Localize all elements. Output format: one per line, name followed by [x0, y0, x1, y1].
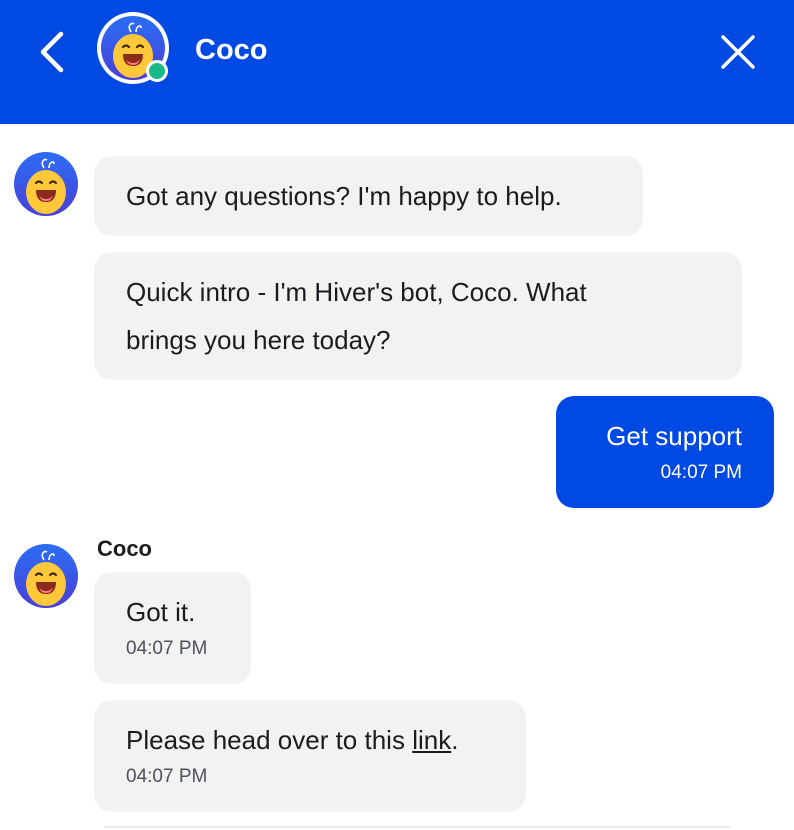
bot-face-icon [14, 152, 78, 216]
bot-avatar [14, 152, 78, 216]
message-text: brings you here today? [126, 325, 391, 355]
message-text: Quick intro - I'm Hiver's bot, Coco. Wha… [126, 277, 587, 307]
message-timestamp: 04:07 PM [126, 638, 208, 659]
close-button[interactable] [712, 28, 764, 76]
sender-name: Coco [97, 536, 152, 561]
bot-message-bubble: Got any questions? I'm happy to help. [94, 156, 643, 236]
message-timestamp: 04:07 PM [126, 766, 208, 787]
message-text: . [451, 725, 459, 755]
message-timestamp: 04:07 PM [660, 462, 742, 483]
online-status-indicator [146, 60, 168, 82]
header-title: Coco [195, 34, 268, 66]
chevron-left-icon [40, 31, 64, 73]
help-link[interactable]: link [412, 725, 451, 755]
message-text: Got any questions? I'm happy to help. [126, 181, 562, 211]
bot-message-bubble: Quick intro - I'm Hiver's bot, Coco. Wha… [94, 252, 742, 380]
bot-message-bubble: Please head over to this link. 04:07 PM [94, 700, 526, 812]
message-text: Get support [606, 421, 742, 451]
divider [104, 826, 730, 828]
bot-face-icon [14, 544, 78, 608]
message-text: Please head over to this [126, 725, 413, 755]
bot-message-bubble: Got it. 04:07 PM [94, 572, 251, 684]
message-text: Got it. [126, 597, 196, 627]
close-icon [721, 35, 755, 69]
user-message-bubble: Get support 04:07 PM [556, 396, 774, 508]
back-button[interactable] [28, 28, 76, 76]
chat-header: Coco [0, 0, 794, 124]
bot-avatar [14, 544, 78, 608]
